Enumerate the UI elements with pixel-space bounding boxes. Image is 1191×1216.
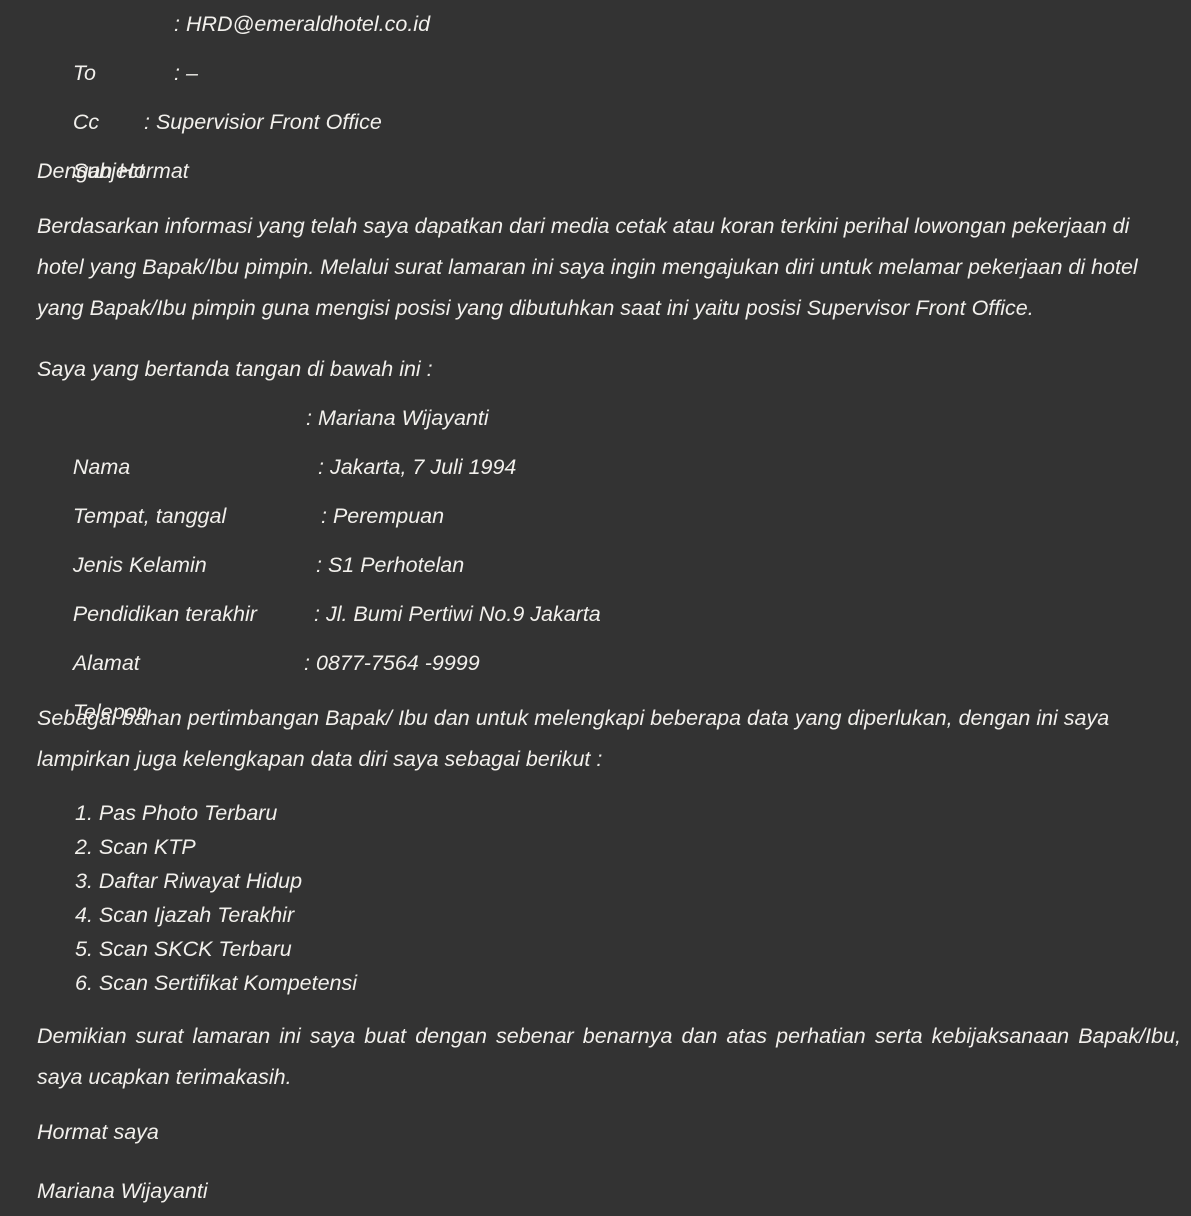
signature-name: Mariana Wijayanti — [37, 1179, 208, 1203]
header-value-cc: : – — [174, 61, 198, 85]
header-row-cc: Cc : – — [37, 49, 1181, 134]
detail-row-pendidikan-terakhir: Pendidikan terakhir : S1 Perhotelan — [37, 541, 1181, 626]
header-value-subject: : Supervisior Front Office — [144, 110, 382, 134]
detail-label-telepon: Telepon — [72, 700, 149, 724]
list-item: 2. Scan KTP — [75, 835, 196, 859]
detail-value-tempat-tanggal: : Jakarta, 7 Juli 1994 — [318, 455, 517, 479]
detail-value-jenis-kelamin: : Perempuan — [321, 504, 445, 528]
detail-row-telepon: Telepon : 0877-7564 -9999 — [37, 639, 1181, 724]
letter-header: To : HRD@emeraldhotel.co.id Cc : – Subje… — [37, 0, 1181, 183]
attachments-intro: Sebagai bahan pertimbangan Bapak/ Ibu da… — [37, 706, 1110, 771]
personal-details: Nama : Mariana Wijayanti Tempat, tanggal… — [37, 394, 1181, 724]
detail-row-jenis-kelamin: Jenis Kelamin : Perempuan — [37, 492, 1181, 577]
header-label-subject: Subject — [72, 159, 145, 183]
list-item: 1. Pas Photo Terbaru — [75, 801, 278, 825]
detail-value-alamat: : Jl. Bumi Pertiwi No.9 Jakarta — [314, 602, 601, 626]
signoff: Hormat saya — [37, 1120, 159, 1144]
salutation: Dengan Hormat — [37, 159, 189, 183]
closing-paragraph: Demikian surat lamaran ini saya buat den… — [37, 1024, 1181, 1089]
letter-body: To : HRD@emeraldhotel.co.id Cc : – Subje… — [0, 0, 1191, 1203]
header-row-to: To : HRD@emeraldhotel.co.id — [37, 0, 1181, 85]
attachments-list: 1. Pas Photo Terbaru 2. Scan KTP 3. Daft… — [37, 796, 1181, 1000]
detail-row-tempat-tanggal: Tempat, tanggal : Jakarta, 7 Juli 1994 — [37, 443, 1181, 528]
detail-value-pendidikan-terakhir: : S1 Perhotelan — [316, 553, 465, 577]
list-item: 6. Scan Sertifikat Kompetensi — [75, 971, 358, 995]
intro-paragraph: Berdasarkan informasi yang telah saya da… — [37, 214, 1138, 320]
list-item: 3. Daftar Riwayat Hidup — [75, 869, 303, 893]
header-value-to: : HRD@emeraldhotel.co.id — [174, 12, 431, 36]
header-row-subject: Subject : Supervisior Front Office — [37, 98, 1181, 183]
detail-row-alamat: Alamat : Jl. Bumi Pertiwi No.9 Jakarta — [37, 590, 1181, 675]
detail-value-nama: : Mariana Wijayanti — [306, 406, 489, 430]
detail-value-telepon: : 0877-7564 -9999 — [304, 651, 480, 675]
list-item: 4. Scan Ijazah Terakhir — [75, 903, 295, 927]
details-intro: Saya yang bertanda tangan di bawah ini : — [37, 357, 433, 381]
list-item: 5. Scan SKCK Terbaru — [75, 937, 292, 961]
detail-row-nama: Nama : Mariana Wijayanti — [37, 394, 1181, 479]
